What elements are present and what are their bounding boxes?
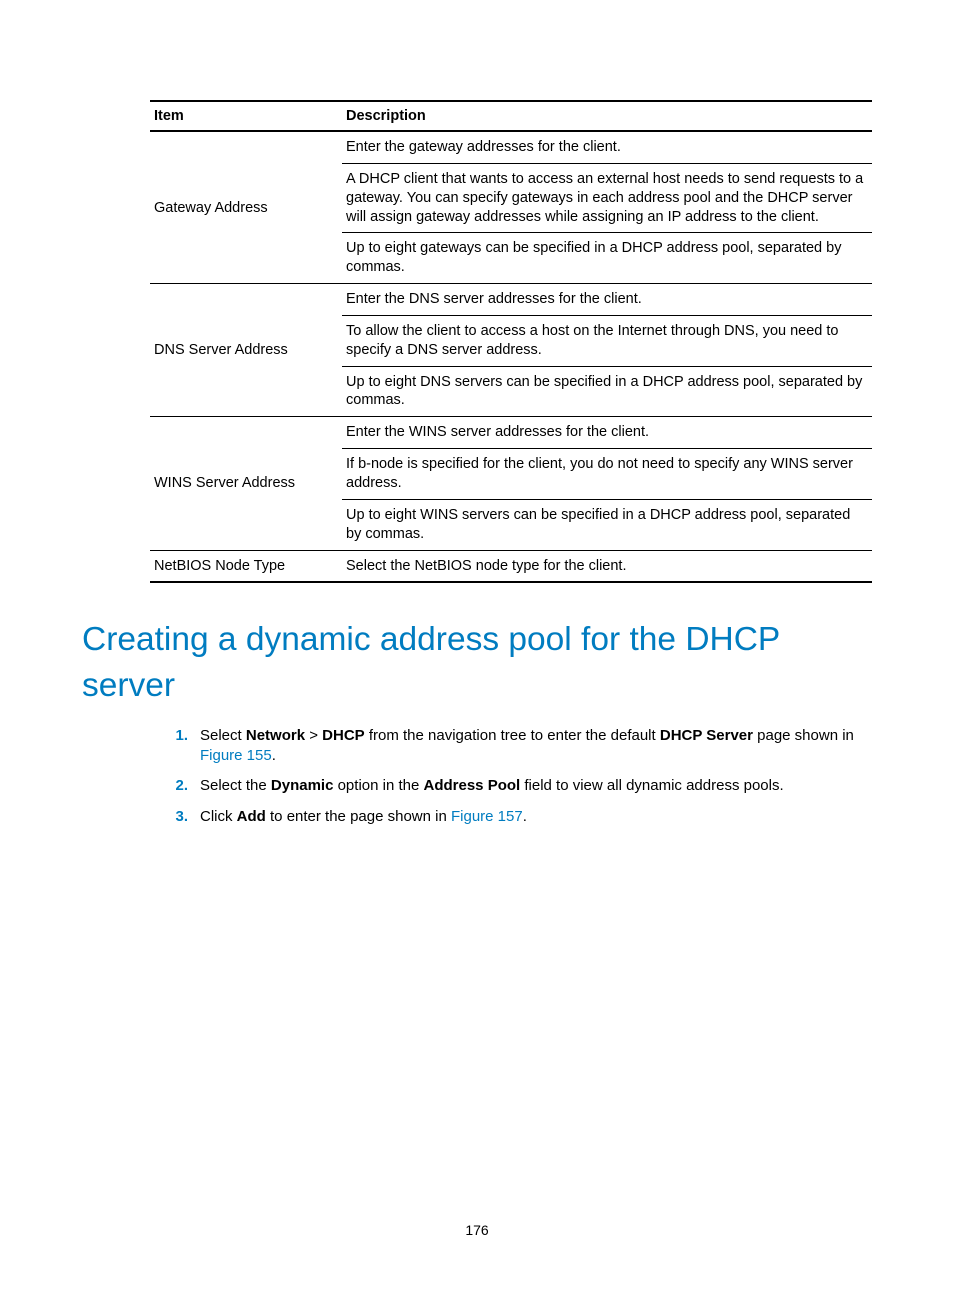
list-item: 2. Select the Dynamic option in the Addr… bbox=[160, 776, 864, 796]
steps-list: 1. Select Network > DHCP from the naviga… bbox=[160, 726, 864, 827]
figure-link[interactable]: Figure 155 bbox=[200, 747, 272, 764]
col-desc-header: Description bbox=[342, 101, 872, 131]
step-number: 1. bbox=[160, 726, 200, 746]
table-row: NetBIOS Node Type Select the NetBIOS nod… bbox=[150, 550, 872, 582]
desc-paragraph: Up to eight gateways can be specified in… bbox=[342, 233, 872, 283]
item-cell: DNS Server Address bbox=[150, 284, 342, 417]
text: Select the bbox=[200, 777, 271, 794]
bold-text: DHCP Server bbox=[660, 727, 753, 744]
bold-text: Address Pool bbox=[424, 777, 521, 794]
desc-paragraph: Enter the gateway addresses for the clie… bbox=[342, 132, 872, 164]
step-body: Select the Dynamic option in the Address… bbox=[200, 776, 864, 796]
table-row: Gateway Address Enter the gateway addres… bbox=[150, 131, 872, 284]
desc-paragraph: A DHCP client that wants to access an ex… bbox=[342, 164, 872, 234]
step-body: Select Network > DHCP from the navigatio… bbox=[200, 726, 864, 767]
desc-cell: Enter the gateway addresses for the clie… bbox=[342, 131, 872, 284]
text: field to view all dynamic address pools. bbox=[520, 777, 783, 794]
text: Click bbox=[200, 808, 237, 825]
desc-paragraph: Select the NetBIOS node type for the cli… bbox=[342, 551, 872, 582]
step-number: 2. bbox=[160, 776, 200, 796]
desc-paragraph: Enter the WINS server addresses for the … bbox=[342, 417, 872, 449]
desc-paragraph: Up to eight DNS servers can be specified… bbox=[342, 367, 872, 417]
text: Select bbox=[200, 727, 246, 744]
text: to enter the page shown in bbox=[266, 808, 451, 825]
list-item: 1. Select Network > DHCP from the naviga… bbox=[160, 726, 864, 767]
desc-paragraph: Enter the DNS server addresses for the c… bbox=[342, 284, 872, 316]
section-heading: Creating a dynamic address pool for the … bbox=[82, 617, 864, 707]
step-number: 3. bbox=[160, 807, 200, 827]
text: > bbox=[305, 727, 322, 744]
page-content: Item Description Gateway Address Enter t… bbox=[0, 0, 954, 827]
text: from the navigation tree to enter the de… bbox=[365, 727, 660, 744]
desc-paragraph: If b-node is specified for the client, y… bbox=[342, 449, 872, 500]
text: option in the bbox=[333, 777, 423, 794]
text: . bbox=[523, 808, 527, 825]
description-table: Item Description Gateway Address Enter t… bbox=[150, 100, 872, 583]
desc-cell: Select the NetBIOS node type for the cli… bbox=[342, 550, 872, 582]
table-row: WINS Server Address Enter the WINS serve… bbox=[150, 417, 872, 550]
item-cell: WINS Server Address bbox=[150, 417, 342, 550]
text: . bbox=[272, 747, 276, 764]
item-cell: NetBIOS Node Type bbox=[150, 550, 342, 582]
bold-text: Network bbox=[246, 727, 305, 744]
desc-cell: Enter the DNS server addresses for the c… bbox=[342, 284, 872, 417]
table-row: DNS Server Address Enter the DNS server … bbox=[150, 284, 872, 417]
desc-paragraph: To allow the client to access a host on … bbox=[342, 316, 872, 367]
list-item: 3. Click Add to enter the page shown in … bbox=[160, 807, 864, 827]
text: page shown in bbox=[753, 727, 854, 744]
desc-paragraph: Up to eight WINS servers can be specifie… bbox=[342, 500, 872, 550]
step-body: Click Add to enter the page shown in Fig… bbox=[200, 807, 864, 827]
desc-cell: Enter the WINS server addresses for the … bbox=[342, 417, 872, 550]
bold-text: Dynamic bbox=[271, 777, 334, 794]
figure-link[interactable]: Figure 157 bbox=[451, 808, 523, 825]
bold-text: Add bbox=[237, 808, 266, 825]
col-item-header: Item bbox=[150, 101, 342, 131]
page-number: 176 bbox=[0, 1222, 954, 1238]
item-cell: Gateway Address bbox=[150, 131, 342, 284]
bold-text: DHCP bbox=[322, 727, 365, 744]
